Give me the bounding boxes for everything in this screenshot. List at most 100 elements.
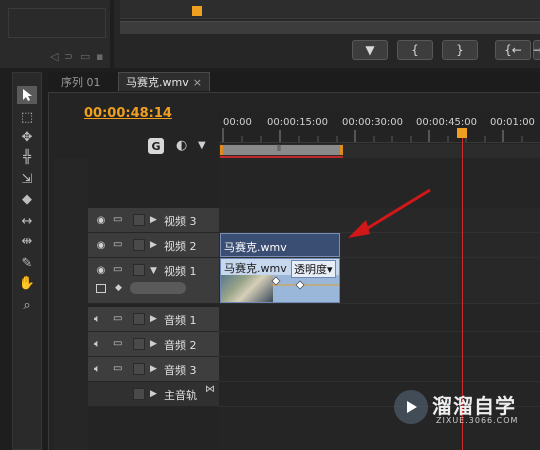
speaker-icon[interactable]: 🔈︎ bbox=[94, 312, 101, 326]
monitor-ruler[interactable] bbox=[120, 0, 540, 19]
keyframe-diamond-icon[interactable]: ◆ bbox=[115, 283, 122, 293]
tab-label: 马赛克.wmv bbox=[126, 76, 189, 89]
keyframe-icon bbox=[295, 280, 305, 290]
track-name: 视频 2 bbox=[164, 240, 197, 253]
film-icon: ▭ bbox=[113, 313, 123, 324]
work-area-grip-icon[interactable]: ⦀ bbox=[277, 144, 281, 154]
expand-triangle-icon[interactable]: ▶ bbox=[150, 389, 157, 399]
opacity-rubberband[interactable] bbox=[271, 273, 341, 293]
track-header-audio-1[interactable]: 🔈︎ ▭ ▶ 音频 1 bbox=[88, 307, 219, 332]
ruler-tick-label: 00:00 bbox=[223, 117, 252, 128]
eye-icon[interactable]: ◉ bbox=[95, 265, 107, 276]
track-header-audio-3[interactable]: 🔈︎ ▭ ▶ 音频 3 bbox=[88, 357, 219, 382]
track-lane-audio-3[interactable] bbox=[219, 357, 540, 382]
track-name: 视频 1 bbox=[164, 265, 197, 278]
lock-toggle[interactable] bbox=[133, 313, 145, 325]
set-encore-marker-icon[interactable]: ◐ bbox=[176, 138, 187, 153]
collapse-triangle-icon[interactable]: ▼ bbox=[150, 266, 157, 276]
expand-triangle-icon[interactable]: ▶ bbox=[150, 240, 157, 250]
track-select-tool-icon[interactable]: ⬚ bbox=[17, 108, 37, 126]
add-marker-button[interactable]: ▼ bbox=[352, 40, 388, 60]
display-style-icon[interactable] bbox=[96, 284, 106, 293]
track-name: 音频 2 bbox=[164, 339, 197, 352]
rate-stretch-tool-icon[interactable]: ⇲ bbox=[17, 170, 37, 188]
track-lane-audio-2[interactable] bbox=[219, 332, 540, 357]
tab-mosaic-wmv[interactable]: 马赛克.wmv × bbox=[118, 72, 210, 91]
monitor-scrollbar[interactable] bbox=[120, 21, 540, 34]
expand-triangle-icon[interactable]: ▶ bbox=[150, 215, 157, 225]
keyframe-icon bbox=[271, 276, 281, 286]
film-icon: ▭ bbox=[113, 264, 123, 275]
project-list-fragment bbox=[8, 8, 106, 38]
track-lane-audio-1[interactable] bbox=[219, 307, 540, 332]
track-name: 主音轨 bbox=[164, 389, 197, 402]
slip-tool-icon[interactable]: ↔ bbox=[17, 212, 37, 230]
close-tab-icon[interactable]: × bbox=[193, 76, 202, 89]
film-icon: ▭ bbox=[113, 338, 123, 349]
keyframe-navigator[interactable] bbox=[130, 282, 186, 294]
eye-icon[interactable]: ◉ bbox=[95, 215, 107, 226]
clip-video-1[interactable]: 马赛克.wmv 透明度▾ bbox=[220, 258, 340, 303]
lock-toggle[interactable] bbox=[133, 388, 145, 400]
tab-label: 序列 01 bbox=[61, 75, 101, 89]
lock-toggle[interactable] bbox=[133, 264, 145, 276]
speaker-icon[interactable]: 🔈︎ bbox=[94, 337, 101, 351]
pen-tool-icon[interactable]: ✎ bbox=[17, 254, 37, 272]
watermark-url: ZIXUE.3066.COM bbox=[436, 416, 519, 425]
new-item-icon[interactable]: ◁ bbox=[50, 50, 58, 63]
mark-out-button[interactable]: } bbox=[442, 40, 478, 60]
bowtie-icon: ⋈ bbox=[205, 384, 215, 395]
monitor-playhead-icon[interactable] bbox=[192, 6, 202, 16]
razor-tool-icon[interactable]: ◆ bbox=[17, 190, 37, 208]
expand-triangle-icon[interactable]: ▶ bbox=[150, 314, 157, 324]
ripple-edit-tool-icon[interactable]: ✥ bbox=[17, 128, 37, 146]
play-logo-icon bbox=[394, 390, 428, 424]
lock-toggle[interactable] bbox=[133, 363, 145, 375]
selection-tool-icon[interactable] bbox=[17, 86, 37, 104]
expand-triangle-icon[interactable]: ▶ bbox=[150, 364, 157, 374]
new-bin-icon[interactable]: ▭ bbox=[80, 50, 90, 63]
find-icon[interactable]: ⊃ bbox=[64, 50, 73, 63]
film-icon: ▭ bbox=[113, 239, 123, 250]
eye-icon[interactable]: ◉ bbox=[95, 240, 107, 251]
rolling-edit-tool-icon[interactable]: ╬ bbox=[17, 148, 37, 166]
delete-icon[interactable]: ▪ bbox=[96, 50, 103, 63]
lock-toggle[interactable] bbox=[133, 214, 145, 226]
track-header-audio-2[interactable]: 🔈︎ ▭ ▶ 音频 2 bbox=[88, 332, 219, 357]
mark-in-button[interactable]: { bbox=[397, 40, 433, 60]
watermark: 溜溜自学 ZIXUE.3066.COM bbox=[388, 382, 540, 450]
project-panel-fragment: ◁ ⊃ ▭ ▪ bbox=[0, 0, 110, 68]
track-name: 音频 1 bbox=[164, 314, 197, 327]
step-back-button[interactable]: → bbox=[533, 40, 540, 60]
go-to-in-button[interactable]: {← bbox=[495, 40, 531, 60]
ruler-tick-label: 00:00:30:00 bbox=[342, 117, 404, 128]
playhead-handle[interactable] bbox=[457, 128, 467, 138]
hand-tool-icon[interactable]: ✋ bbox=[17, 274, 37, 292]
zoom-tool-icon[interactable]: ⌕ bbox=[17, 296, 37, 314]
track-name: 音频 3 bbox=[164, 364, 197, 377]
track-header-video-1[interactable]: ◉ ▭ ▼ 视频 1 ◆ bbox=[88, 258, 219, 304]
track-header-video-2[interactable]: ◉ ▭ ▶ 视频 2 bbox=[88, 233, 219, 258]
track-header-video-3[interactable]: ◉ ▭ ▶ 视频 3 bbox=[88, 208, 219, 233]
track-header-master[interactable]: ▶ 主音轨 ⋈ bbox=[88, 382, 219, 407]
tab-sequence-01[interactable]: 序列 01 bbox=[54, 72, 108, 91]
ruler-tick-label: 00:01:00 bbox=[490, 117, 535, 128]
clip-thumbnail bbox=[221, 275, 273, 302]
slide-tool-icon[interactable]: ⇹ bbox=[17, 232, 37, 250]
watermark-brand: 溜溜自学 bbox=[432, 394, 516, 418]
work-area-range[interactable]: ⦀ bbox=[220, 144, 343, 155]
track-target-strip bbox=[54, 158, 88, 450]
expand-triangle-icon[interactable]: ▶ bbox=[150, 339, 157, 349]
film-icon: ▭ bbox=[113, 214, 123, 225]
ruler-tick-label: 00:00:15:00 bbox=[267, 117, 329, 128]
lock-toggle[interactable] bbox=[133, 338, 145, 350]
film-icon: ▭ bbox=[113, 363, 123, 374]
ruler-tick-label: 00:00:45:00 bbox=[416, 117, 478, 128]
speaker-icon[interactable]: 🔈︎ bbox=[94, 362, 101, 376]
lock-toggle[interactable] bbox=[133, 239, 145, 251]
timecode-display[interactable]: 00:00:48:14 bbox=[84, 106, 172, 121]
annotation-arrow bbox=[348, 188, 431, 238]
snap-icon[interactable]: G bbox=[148, 138, 164, 154]
set-marker-icon[interactable]: ▼ bbox=[198, 140, 206, 151]
clip-video-2[interactable]: 马赛克.wmv bbox=[220, 233, 340, 257]
